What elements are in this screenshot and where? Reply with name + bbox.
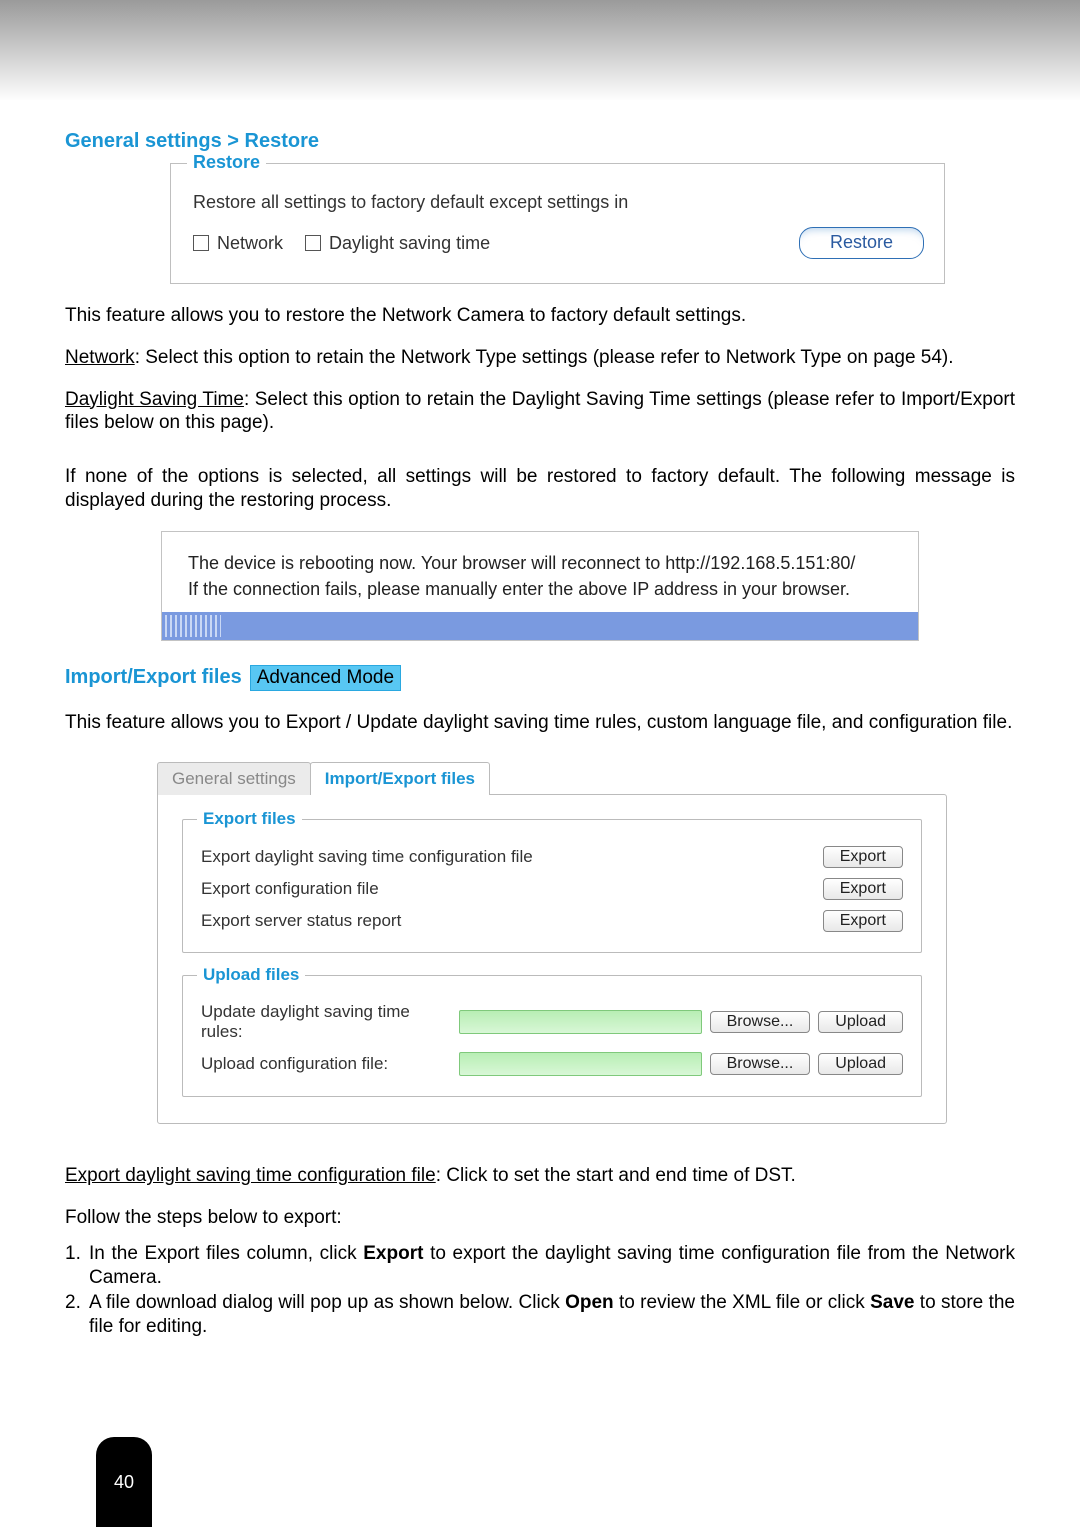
section-title-restore: General settings > Restore <box>65 130 1015 153</box>
step-2-text: A file download dialog will pop up as sh… <box>89 1291 1015 1339</box>
checkbox-dst-label: Daylight saving time <box>329 233 490 254</box>
body-text-block-3: Export daylight saving time configuratio… <box>65 1164 1015 1339</box>
export-row-config: Export configuration file Export <box>201 878 903 900</box>
tab-panel-import-export: Export files Export daylight saving time… <box>157 794 947 1124</box>
export-row-dst-label: Export daylight saving time configuratio… <box>201 847 533 867</box>
section-row-import-export: Import/Export files Advanced Mode <box>65 665 1015 691</box>
section-title-import-export: Import/Export files <box>65 666 242 689</box>
upload-row-config-label: Upload configuration file: <box>201 1054 451 1074</box>
export-button-status[interactable]: Export <box>823 910 903 932</box>
export-row-config-label: Export configuration file <box>201 879 379 899</box>
body-text-block-2: This feature allows you to Export / Upda… <box>65 711 1015 735</box>
step-1-number: 1. <box>65 1242 89 1290</box>
underline-export-dst: Export daylight saving time configuratio… <box>65 1165 436 1186</box>
paragraph-export-dst-text: : Click to set the start and end time of… <box>436 1165 796 1186</box>
export-button-dst[interactable]: Export <box>823 846 903 868</box>
step-1: 1. In the Export files column, click Exp… <box>65 1242 1015 1290</box>
advanced-mode-badge: Advanced Mode <box>250 665 401 691</box>
paragraph-import-export-intro: This feature allows you to Export / Upda… <box>65 711 1015 735</box>
step-2-mid: to review the XML file or click <box>614 1292 870 1313</box>
step-2-pre: A file download dialog will pop up as sh… <box>89 1292 565 1313</box>
body-text-block-1: This feature allows you to restore the N… <box>65 304 1015 513</box>
restore-button[interactable]: Restore <box>799 227 924 259</box>
import-export-tabs-widget: General settings Import/Export files Exp… <box>157 762 947 1124</box>
checkbox-network[interactable]: Network <box>193 233 283 254</box>
underline-dst: Daylight Saving Time <box>65 389 244 410</box>
browse-button-dst[interactable]: Browse... <box>710 1011 811 1033</box>
tab-general-settings[interactable]: General settings <box>157 762 311 795</box>
page-number: 40 <box>114 1472 134 1493</box>
reboot-line-1: The device is rebooting now. Your browse… <box>188 553 855 573</box>
upload-files-fieldset: Upload files Update daylight saving time… <box>182 975 922 1097</box>
steps-list: 1. In the Export files column, click Exp… <box>65 1242 1015 1339</box>
step-2-number: 2. <box>65 1291 89 1339</box>
restore-description: Restore all settings to factory default … <box>193 192 924 213</box>
step-1-text: In the Export files column, click Export… <box>89 1242 1015 1290</box>
reboot-line-2: If the connection fails, please manually… <box>188 579 850 599</box>
restore-checkbox-group: Network Daylight saving time <box>193 233 490 254</box>
export-row-status: Export server status report Export <box>201 910 903 932</box>
export-row-status-label: Export server status report <box>201 911 401 931</box>
restore-fieldset: Restore Restore all settings to factory … <box>170 163 945 284</box>
step-2-bold-save: Save <box>870 1292 914 1313</box>
browse-button-config[interactable]: Browse... <box>710 1053 811 1075</box>
export-files-fieldset: Export files Export daylight saving time… <box>182 819 922 953</box>
upload-button-config[interactable]: Upload <box>818 1053 903 1075</box>
tab-import-export-files[interactable]: Import/Export files <box>310 762 490 795</box>
reboot-message-box: The device is rebooting now. Your browse… <box>161 531 919 641</box>
paragraph-network: Network: Select this option to retain th… <box>65 346 1015 370</box>
steps-intro: Follow the steps below to export: <box>65 1206 1015 1230</box>
upload-row-config: Upload configuration file: Browse... Upl… <box>201 1052 903 1076</box>
tab-strip: General settings Import/Export files <box>157 762 947 795</box>
header-gradient-band <box>0 0 1080 100</box>
export-files-legend: Export files <box>197 809 302 829</box>
checkbox-box-icon <box>305 235 321 251</box>
underline-network: Network <box>65 347 135 368</box>
step-2-bold-open: Open <box>565 1292 614 1313</box>
upload-files-legend: Upload files <box>197 965 305 985</box>
upload-input-config[interactable] <box>459 1052 702 1076</box>
progress-bar <box>162 612 918 640</box>
page-number-tab: 40 <box>96 1437 152 1527</box>
page-content: General settings > Restore Restore Resto… <box>0 100 1080 1401</box>
step-2: 2. A file download dialog will pop up as… <box>65 1291 1015 1339</box>
step-1-bold: Export <box>363 1243 423 1264</box>
export-button-config[interactable]: Export <box>823 878 903 900</box>
progress-bar-fill <box>165 615 221 637</box>
step-1-pre: In the Export files column, click <box>89 1243 363 1264</box>
upload-input-dst[interactable] <box>459 1010 702 1034</box>
checkbox-network-label: Network <box>217 233 283 254</box>
checkbox-box-icon <box>193 235 209 251</box>
upload-row-dst-label: Update daylight saving time rules: <box>201 1002 451 1042</box>
paragraph-restore-note: If none of the options is selected, all … <box>65 465 1015 513</box>
restore-legend: Restore <box>187 152 266 173</box>
paragraph-export-dst-file: Export daylight saving time configuratio… <box>65 1164 1015 1188</box>
paragraph-dst: Daylight Saving Time: Select this option… <box>65 388 1015 436</box>
paragraph-intro: This feature allows you to restore the N… <box>65 304 1015 328</box>
export-row-dst: Export daylight saving time configuratio… <box>201 846 903 868</box>
checkbox-dst[interactable]: Daylight saving time <box>305 233 490 254</box>
upload-button-dst[interactable]: Upload <box>818 1011 903 1033</box>
paragraph-network-text: : Select this option to retain the Netwo… <box>135 347 954 368</box>
upload-row-dst: Update daylight saving time rules: Brows… <box>201 1002 903 1042</box>
reboot-message-text: The device is rebooting now. Your browse… <box>162 532 918 612</box>
